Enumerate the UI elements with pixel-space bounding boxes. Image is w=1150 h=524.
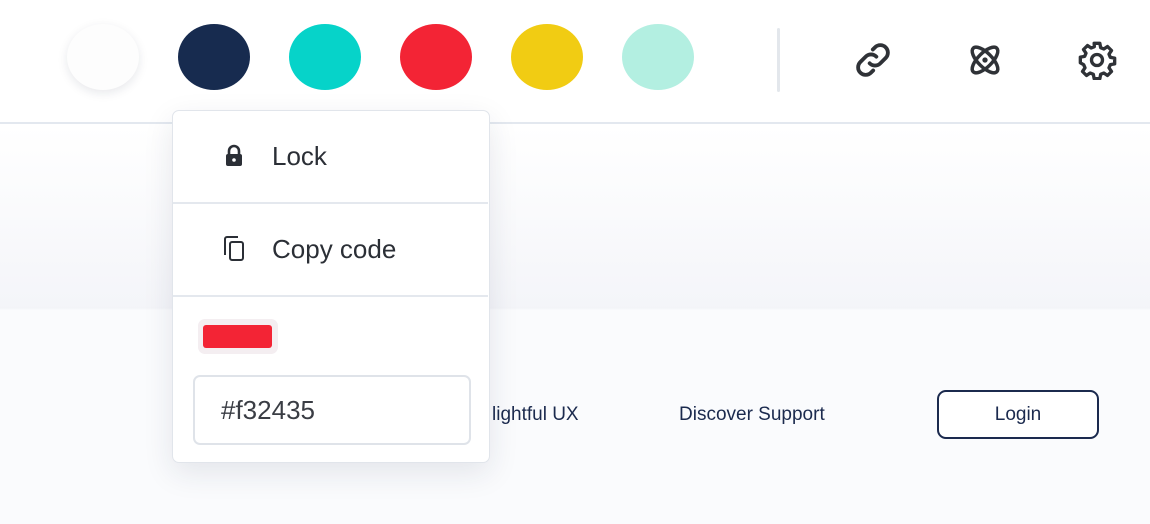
swatch-teal[interactable] — [289, 24, 361, 90]
nav-link-support[interactable]: Discover Support — [679, 404, 825, 426]
link-icon — [856, 43, 890, 77]
menu-item-lock[interactable]: Lock — [173, 111, 488, 201]
menu-item-lock-label: Lock — [272, 140, 327, 171]
toolbar-divider — [777, 28, 780, 92]
link-button[interactable] — [851, 38, 895, 82]
swatch-mint[interactable] — [622, 24, 694, 90]
login-button[interactable]: Login — [937, 390, 1099, 439]
app-stage: lightful UX Discover Support Login Lock — [0, 0, 1150, 524]
lock-icon — [221, 143, 247, 169]
swatch-white[interactable] — [67, 24, 139, 90]
color-preview-chip[interactable] — [198, 319, 278, 354]
menu-separator — [173, 295, 488, 297]
atom-icon — [970, 45, 1000, 75]
copy-icon — [221, 236, 247, 262]
atom-button[interactable] — [963, 38, 1007, 82]
swatch-navy[interactable] — [178, 24, 250, 90]
palette-toolbar — [0, 0, 1150, 124]
swatch-context-menu: Lock Copy code — [172, 110, 490, 463]
swatch-yellow[interactable] — [511, 24, 583, 90]
color-preview-fill — [203, 325, 272, 348]
settings-button[interactable] — [1075, 38, 1119, 82]
nav-link-ux[interactable]: lightful UX — [492, 404, 579, 426]
hex-code-input[interactable] — [193, 375, 471, 445]
menu-item-copy-label: Copy code — [272, 233, 397, 264]
swatch-red[interactable] — [400, 24, 472, 90]
gear-icon — [1078, 41, 1117, 80]
menu-item-copy-code[interactable]: Copy code — [173, 204, 488, 294]
